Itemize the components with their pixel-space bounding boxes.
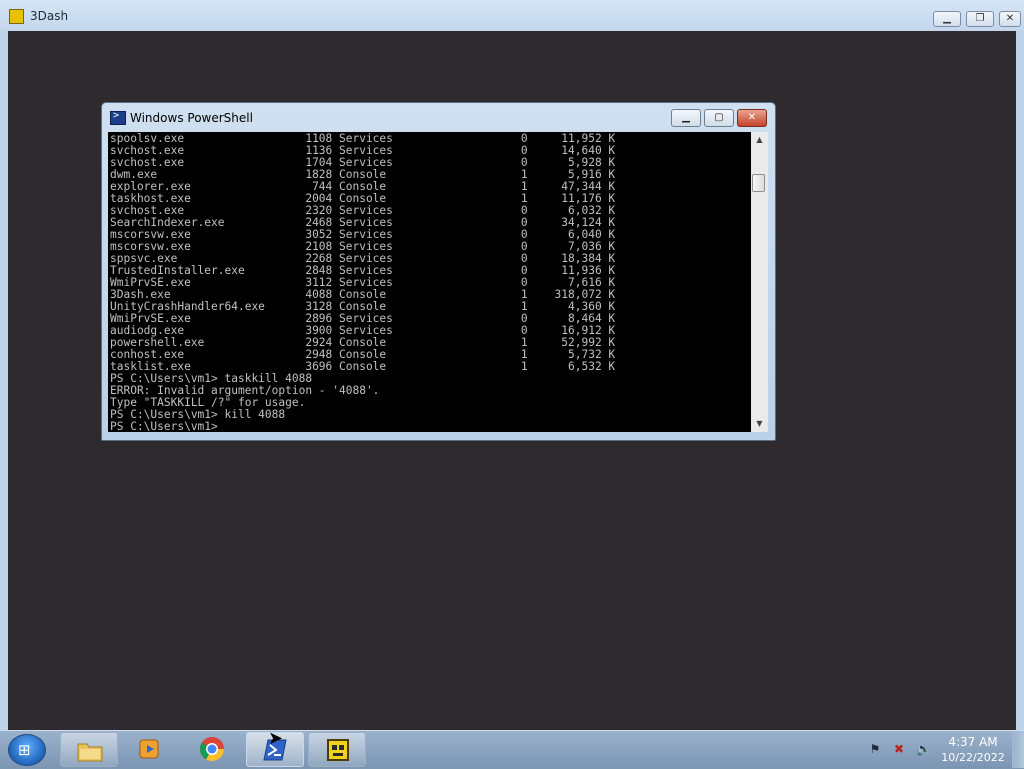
powershell-icon: > [110,110,126,125]
volume-icon[interactable]: 🔈 [916,742,931,756]
scroll-up-arrow-icon[interactable]: ▲ [751,132,768,148]
powershell-minimize-button[interactable]: ▁ [671,109,701,127]
windows-logo-icon: ⊞ [18,741,31,759]
3dash-title-bar[interactable]: 3Dash ▁ ❐ ✕ [0,0,1024,31]
console-text: spoolsv.exe 1108 Services 0 11,952 K svc… [110,132,616,433]
media-player-icon [139,739,159,759]
action-center-icon[interactable]: ⚑ [868,742,882,756]
scrollbar-thumb[interactable] [752,174,765,192]
maximize-button[interactable]: ❐ [966,11,994,27]
console-output[interactable]: spoolsv.exe 1108 Services 0 11,952 K svc… [108,132,751,432]
powershell-window-title: Windows PowerShell [130,111,253,125]
folder-icon [77,743,103,762]
3dash-window-title: 3Dash [30,9,69,23]
minimize-button[interactable]: ▁ [933,11,961,27]
chrome-icon [200,737,224,762]
powershell-close-button[interactable]: ✕ [737,109,767,127]
show-desktop-button[interactable] [1012,731,1024,768]
powershell-window: > Windows PowerShell ▁ ▢ ✕ spoolsv.exe 1… [101,102,776,441]
taskbar-item-3dash[interactable] [308,732,366,767]
network-icon[interactable]: ✖ [892,742,906,756]
3dash-app-icon [9,9,24,24]
powershell-maximize-button[interactable]: ▢ [704,109,734,127]
taskbar-item-chrome[interactable] [183,732,241,767]
3dash-icon [327,739,349,761]
clock-date[interactable]: 10/22/2022 [936,751,1010,764]
mouse-cursor-icon: ➤ [268,728,284,749]
scroll-down-arrow-icon[interactable]: ▼ [751,416,768,432]
clock-time[interactable]: 4:37 AM [940,735,1006,749]
vertical-scrollbar[interactable]: ▲ ▼ [751,132,768,432]
start-button[interactable]: ⊞ [8,734,46,766]
close-button[interactable]: ✕ [999,11,1021,27]
taskbar: ⊞ ⚑ ✖ 🔈 4:37 AM 10/22/2022 [0,730,1024,768]
taskbar-item-windows-explorer[interactable] [60,732,118,767]
taskbar-item-media-player[interactable] [121,732,179,767]
